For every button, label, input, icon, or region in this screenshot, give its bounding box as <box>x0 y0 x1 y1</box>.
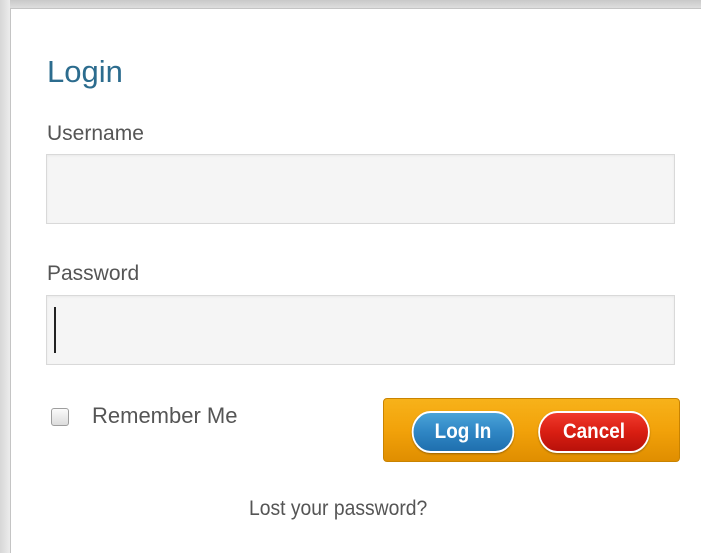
password-label: Password <box>47 262 140 285</box>
cancel-button[interactable]: Cancel <box>538 411 650 453</box>
remember-me-label[interactable]: Remember Me <box>92 401 237 431</box>
password-input[interactable] <box>46 295 675 365</box>
lost-password-link[interactable]: Lost your password? <box>249 496 427 522</box>
log-in-button[interactable]: Log In <box>411 411 515 453</box>
login-dialog: Login Username Password Remember Me Log … <box>10 8 701 553</box>
remember-me-checkbox[interactable] <box>51 408 69 426</box>
screen: Login Username Password Remember Me Log … <box>0 0 701 553</box>
username-label: Username <box>47 122 144 145</box>
username-input[interactable] <box>46 154 675 224</box>
text-cursor <box>54 307 56 353</box>
remember-me-row[interactable]: Remember Me <box>51 401 237 431</box>
backdrop-top-edge <box>0 0 701 8</box>
dialog-title: Login <box>47 54 123 89</box>
button-bar: Log In Cancel <box>383 398 680 462</box>
backdrop-left-edge <box>0 0 10 553</box>
